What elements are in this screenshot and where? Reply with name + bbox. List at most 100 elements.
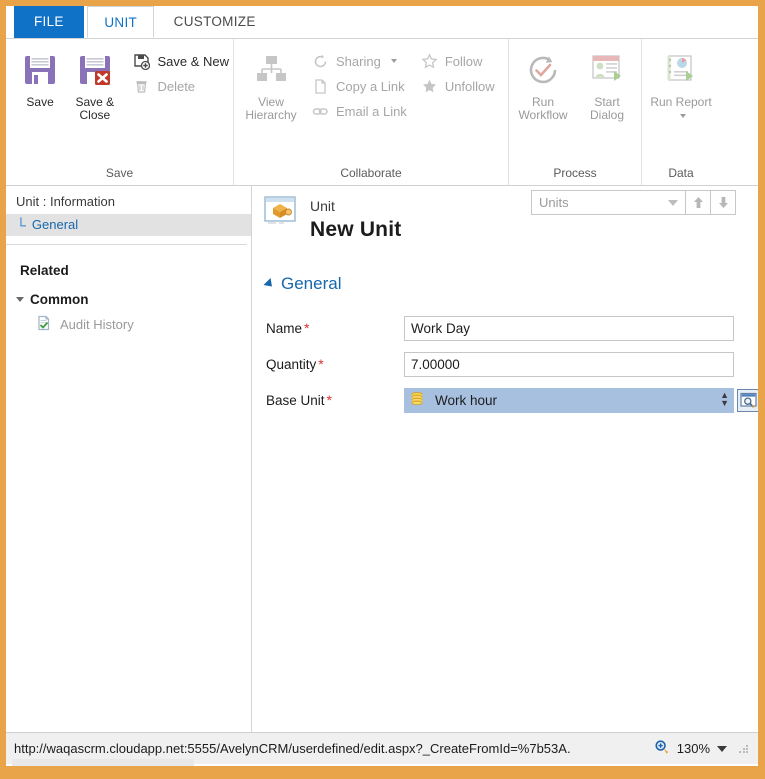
report-icon <box>662 51 700 92</box>
triangle-down-icon <box>16 297 24 302</box>
quantity-input[interactable] <box>404 352 734 377</box>
common-group-label: Common <box>30 292 89 307</box>
ribbon-group-collaborate: View Hierarchy Sharing Copy a Link Email… <box>234 39 509 185</box>
follow-label: Follow <box>444 54 483 69</box>
workflow-icon <box>524 51 562 92</box>
previous-record-button[interactable] <box>686 190 711 215</box>
record-set-select[interactable]: Units <box>531 190 686 215</box>
save-button-label: Save <box>26 95 54 109</box>
save-new-icon <box>133 53 151 71</box>
save-and-close-button[interactable]: Save & Close <box>66 49 123 122</box>
zoom-dropdown-icon[interactable] <box>717 745 727 752</box>
record-set-select-value: Units <box>539 195 569 210</box>
run-workflow-button[interactable]: Run Workflow <box>513 49 573 122</box>
base-unit-lookup-button[interactable] <box>737 389 758 412</box>
save-and-new-button[interactable]: Save & New <box>133 53 229 71</box>
record-set-toolbar: Units <box>531 190 736 215</box>
link-icon <box>312 103 329 120</box>
ribbon-group-process-title: Process <box>553 166 597 180</box>
unfollow-button[interactable]: Unfollow <box>421 78 495 95</box>
tab-file[interactable]: FILE <box>14 6 84 38</box>
star-outline-icon <box>421 53 438 70</box>
next-record-button[interactable] <box>711 190 736 215</box>
ribbon-group-data-title: Data <box>668 166 694 180</box>
start-dialog-button[interactable]: Start Dialog <box>577 49 637 122</box>
run-workflow-label: Run Workflow <box>518 95 568 122</box>
required-marker: * <box>318 356 324 372</box>
chevron-down-icon <box>679 114 686 118</box>
form-entity-label: Unit <box>310 198 335 214</box>
general-section-title: General <box>281 274 342 293</box>
triangle-expand-icon <box>263 277 276 291</box>
run-report-button[interactable]: Run Report <box>650 49 712 122</box>
email-a-link-label: Email a Link <box>336 104 407 119</box>
ribbon-group-collaborate-title: Collaborate <box>340 166 402 180</box>
sharing-button[interactable]: Sharing <box>312 53 407 70</box>
chevron-down-icon <box>390 59 397 63</box>
page-title: New Unit <box>310 218 402 241</box>
audit-history-icon <box>36 315 52 334</box>
ribbon: Save Save & Close Save & New Delete Save… <box>6 39 758 186</box>
unfollow-label: Unfollow <box>444 79 495 94</box>
chevron-down-icon <box>668 199 678 206</box>
save-close-floppy-icon <box>76 51 114 92</box>
save-floppy-icon <box>21 51 59 92</box>
corner-connector-icon: └ <box>16 217 26 233</box>
copy-a-link-button[interactable]: Copy a Link <box>312 78 407 95</box>
resize-grip-icon[interactable] <box>738 743 748 754</box>
delete-button[interactable]: Delete <box>133 78 229 95</box>
taskbar-stub <box>12 759 194 766</box>
start-dialog-label: Start Dialog <box>589 95 625 122</box>
hierarchy-icon <box>252 51 290 92</box>
view-hierarchy-button[interactable]: View Hierarchy <box>238 49 304 122</box>
form-header: Unit New Unit Units <box>252 186 758 246</box>
ribbon-tabstrip: FILE UNIT CUSTOMIZE <box>6 6 758 39</box>
unit-box-icon <box>264 196 298 229</box>
save-button[interactable]: Save <box>14 49 66 109</box>
arrow-up-icon <box>693 197 703 208</box>
zoom-control[interactable]: 130% <box>654 739 752 758</box>
save-and-new-label: Save & New <box>157 54 229 69</box>
save-and-close-button-label: Save & Close <box>75 95 115 122</box>
email-a-link-button[interactable]: Email a Link <box>312 103 407 120</box>
view-hierarchy-label: View Hierarchy <box>245 95 297 122</box>
base-unit-lookup-input[interactable]: Work hour ▲ ▼ <box>404 388 734 413</box>
form-body: Unit : Information └ General Related Com… <box>6 186 758 732</box>
required-marker: * <box>304 320 310 336</box>
general-section-header[interactable]: General <box>252 246 758 294</box>
crm-form-window: FILE UNIT CUSTOMIZE Save Save & Close Sa… <box>6 6 758 766</box>
tab-unit[interactable]: UNIT <box>87 6 155 38</box>
arrow-down-icon <box>718 197 728 208</box>
required-marker: * <box>326 392 332 408</box>
base-unit-value: Work hour <box>435 393 498 408</box>
form-fields: Name* Quantity* Base Unit* <box>252 294 758 413</box>
lookup-search-icon <box>740 392 757 409</box>
ribbon-group-save: Save Save & Close Save & New Delete Save <box>6 39 234 185</box>
share-icon <box>312 53 329 70</box>
page-icon <box>312 78 329 95</box>
name-field-label: Name * <box>266 320 310 336</box>
run-report-label: Run Report <box>650 96 712 122</box>
ribbon-group-save-title: Save <box>105 166 134 180</box>
field-row-quantity: Quantity * <box>266 352 758 377</box>
sidebar-item-general[interactable]: └ General <box>6 214 251 236</box>
field-row-name: Name * <box>266 316 758 341</box>
dialog-icon <box>588 51 626 92</box>
navigation-pane: Unit : Information └ General Related Com… <box>6 186 252 732</box>
copy-a-link-label: Copy a Link <box>336 79 405 94</box>
tab-customize[interactable]: CUSTOMIZE <box>158 6 272 38</box>
sidebar-item-audit-history[interactable]: Audit History <box>6 307 251 334</box>
form-area: Unit New Unit Units General Name * Work … <box>252 186 758 732</box>
navpane-title: Unit : Information <box>16 194 115 209</box>
name-input[interactable] <box>404 316 734 341</box>
star-filled-icon <box>421 78 438 95</box>
lookup-spinner-icon[interactable]: ▲ ▼ <box>720 391 729 408</box>
related-header: Related <box>20 263 69 278</box>
common-group-header[interactable]: Common <box>6 278 251 307</box>
follow-button[interactable]: Follow <box>421 53 495 70</box>
quantity-field-label: Quantity * <box>266 356 324 372</box>
audit-history-label: Audit History <box>60 317 134 332</box>
magnifier-plus-icon <box>654 739 670 758</box>
sidebar-item-general-label: General <box>31 217 79 232</box>
delete-label: Delete <box>157 79 196 94</box>
